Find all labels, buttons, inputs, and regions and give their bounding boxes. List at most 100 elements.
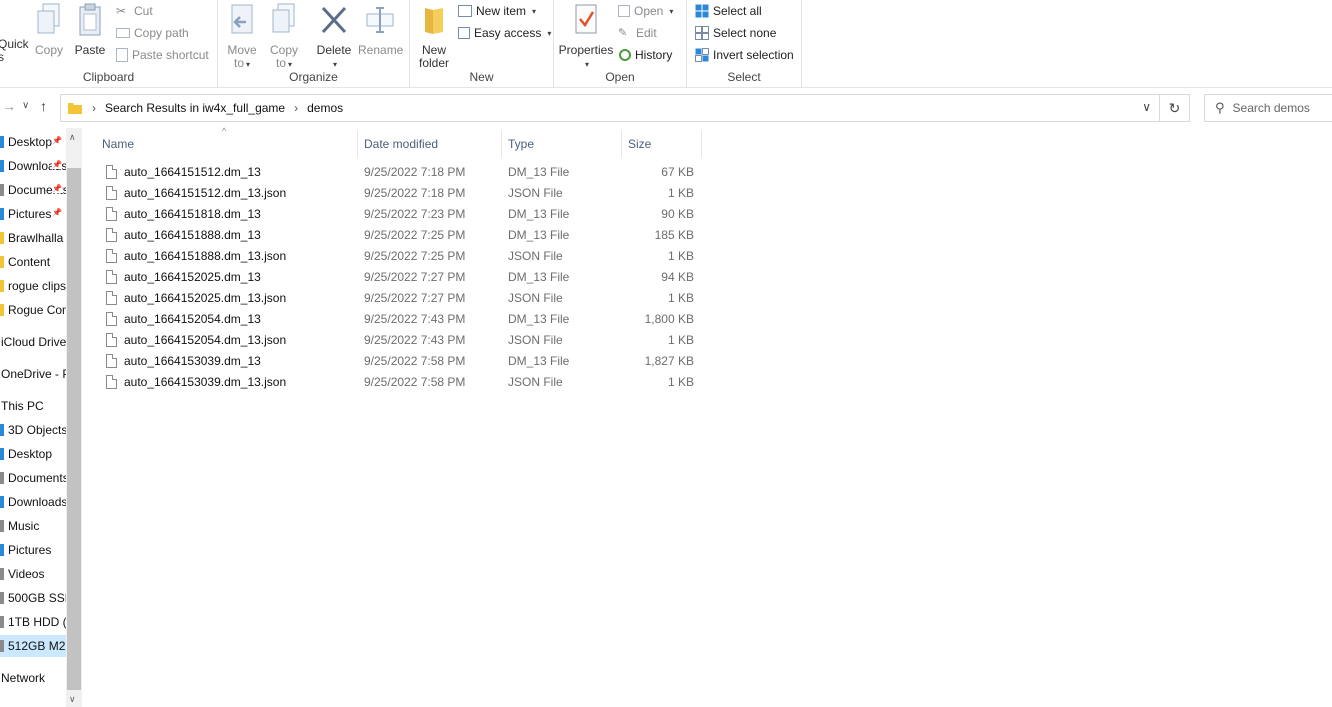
invert-selection-button[interactable]: Invert selection — [695, 45, 794, 65]
select-none-button[interactable]: Select none — [695, 23, 776, 43]
delete-button[interactable]: Delete ▾ — [314, 2, 354, 71]
nav-item-icon — [0, 496, 4, 508]
address-history-chevron-down-icon[interactable]: ∨ — [1142, 100, 1151, 114]
file-size: 94 KB — [661, 270, 694, 284]
forward-arrow-icon[interactable]: → — [2, 98, 16, 114]
column-header-size[interactable]: Size — [622, 131, 702, 157]
file-date-modified: 9/25/2022 7:27 PM — [364, 291, 466, 305]
copy-to-chevron-down-icon: ▾ — [288, 60, 293, 69]
nav-item[interactable]: 3D Objects — [0, 419, 66, 441]
file-row[interactable]: auto_1664153039.dm_13 9/25/2022 7:58 PM DM… — [100, 350, 700, 371]
nav-item[interactable]: OneDrive - P — [0, 363, 66, 385]
scroll-down-chevron-icon[interactable]: ∨ — [69, 694, 76, 705]
copy-path-label: Copy path — [134, 26, 189, 40]
copy-button[interactable]: Copy — [32, 2, 66, 57]
column-header-date-label: Date modified — [364, 137, 439, 151]
nav-item[interactable]: Documents 📌 — [0, 179, 66, 201]
file-date-modified: 9/25/2022 7:23 PM — [364, 207, 466, 221]
nav-item[interactable]: Rogue Company — [0, 299, 66, 321]
paste-shortcut-icon — [116, 48, 128, 62]
select-group-label: Select — [727, 70, 761, 84]
cut-button[interactable]: ✂ Cut — [116, 1, 153, 21]
nav-item[interactable]: Downloads — [0, 491, 66, 513]
recent-locations-chevron-down-icon[interactable]: ∨ — [22, 100, 29, 111]
nav-item-icon — [0, 424, 4, 436]
breadcrumb-search-results[interactable]: Search Results in iw4x_full_game — [105, 101, 285, 115]
new-item-button[interactable]: New item ▾ — [458, 1, 536, 21]
properties-button[interactable]: Properties ▾ — [558, 2, 614, 71]
nav-item[interactable]: Music — [0, 515, 66, 537]
column-header-type[interactable]: Type — [502, 131, 622, 157]
move-to-button[interactable]: Move to ▾ — [224, 2, 260, 71]
copy-path-button[interactable]: Copy path — [116, 23, 189, 43]
column-header-date-modified[interactable]: Date modified — [358, 131, 502, 157]
file-size: 90 KB — [661, 207, 694, 221]
file-icon — [106, 249, 117, 263]
address-bar[interactable]: › Search Results in iw4x_full_game › dem… — [60, 94, 1160, 122]
file-row[interactable]: auto_1664151888.dm_13 9/25/2022 7:25 PM DM… — [100, 224, 700, 245]
file-icon — [106, 207, 117, 221]
file-row[interactable]: auto_1664151512.dm_13 9/25/2022 7:18 PM DM… — [100, 161, 700, 182]
rename-label: Rename — [358, 43, 404, 57]
breadcrumb-separator-icon: › — [92, 101, 96, 115]
nav-item[interactable]: Pictures — [0, 539, 66, 561]
search-box[interactable]: ⚲ Search demos — [1204, 94, 1332, 122]
file-row[interactable]: auto_1664151818.dm_13 9/25/2022 7:23 PM DM… — [100, 203, 700, 224]
nav-item[interactable]: Desktop — [0, 443, 66, 465]
breadcrumb-demos[interactable]: demos — [307, 101, 343, 115]
file-date-modified: 9/25/2022 7:25 PM — [364, 249, 466, 263]
nav-item[interactable]: Desktop 📌 — [0, 131, 66, 153]
navigation-pane-scrollbar[interactable]: ∧ ∨ — [66, 128, 82, 707]
nav-item-icon — [0, 592, 4, 604]
nav-item[interactable]: This PC — [0, 395, 66, 417]
file-row[interactable]: auto_1664151512.dm_13.json 9/25/2022 7:18… — [100, 182, 700, 203]
nav-item[interactable]: Pictures 📌 — [0, 203, 66, 225]
nav-item[interactable]: Documents — [0, 467, 66, 489]
clipboard-group-label: Clipboard — [82, 70, 135, 84]
search-icon: ⚲ — [1215, 100, 1225, 115]
scrollbar-thumb[interactable] — [67, 168, 81, 690]
select-all-button[interactable]: Select all — [695, 1, 762, 21]
nav-item[interactable]: Videos — [0, 563, 66, 585]
file-row[interactable]: auto_1664152054.dm_13 9/25/2022 7:43 PM DM… — [100, 308, 700, 329]
column-header-name[interactable]: Name — [96, 131, 358, 157]
file-row[interactable]: auto_1664152025.dm_13 9/25/2022 7:27 PM DM… — [100, 266, 700, 287]
file-row[interactable]: auto_1664152025.dm_13.json 9/25/2022 7:27… — [100, 287, 700, 308]
easy-access-button[interactable]: Easy access ▾ — [458, 23, 551, 43]
nav-item[interactable]: Brawlhalla — [0, 227, 66, 249]
nav-item[interactable]: Network — [0, 667, 66, 689]
file-row[interactable]: auto_1664153039.dm_13.json 9/25/2022 7:58… — [100, 371, 700, 392]
file-name: auto_1664152054.dm_13 — [124, 312, 261, 326]
nav-item[interactable]: Content — [0, 251, 66, 273]
copy-to-button[interactable]: Copy to ▾ — [266, 2, 302, 71]
paste-button[interactable]: Paste — [72, 2, 108, 57]
file-row[interactable]: auto_1664151888.dm_13.json 9/25/2022 7:25… — [100, 245, 700, 266]
nav-item[interactable]: Downloads 📌 — [0, 155, 66, 177]
up-arrow-icon[interactable]: ↑ — [40, 98, 47, 114]
nav-item[interactable]: 500GB SSD — [0, 587, 66, 609]
file-name: auto_1664151512.dm_13.json — [124, 186, 287, 200]
nav-item-icon — [0, 256, 4, 268]
nav-item-icon — [0, 544, 4, 556]
history-button[interactable]: History — [618, 45, 672, 65]
quick-access-button[interactable]: Quick ss — [0, 38, 29, 64]
file-size: 1 KB — [667, 291, 694, 305]
file-date-modified: 9/25/2022 7:27 PM — [364, 270, 466, 284]
refresh-button[interactable]: ↻ — [1160, 94, 1190, 122]
rename-button[interactable]: Rename — [358, 2, 404, 57]
scroll-up-chevron-icon[interactable]: ∧ — [69, 132, 76, 143]
new-folder-button[interactable]: New folder — [414, 2, 454, 70]
nav-item[interactable]: 1TB HDD (D:) — [0, 611, 66, 633]
open-button[interactable]: Open ▾ — [618, 1, 673, 21]
nav-item[interactable]: iCloud Drive — [0, 331, 66, 353]
nav-item[interactable]: 512GB M2 — [0, 635, 66, 657]
paste-shortcut-button[interactable]: Paste shortcut — [116, 45, 209, 65]
nav-item-label: Desktop — [8, 447, 53, 461]
nav-item-icon — [0, 208, 4, 220]
pin-icon: 📌 — [52, 208, 62, 217]
file-date-modified: 9/25/2022 7:18 PM — [364, 186, 466, 200]
nav-item[interactable]: rogue clips — [0, 275, 66, 297]
move-to-icon — [231, 4, 253, 34]
file-row[interactable]: auto_1664152054.dm_13.json 9/25/2022 7:43… — [100, 329, 700, 350]
edit-button[interactable]: ✎ Edit — [618, 23, 657, 43]
